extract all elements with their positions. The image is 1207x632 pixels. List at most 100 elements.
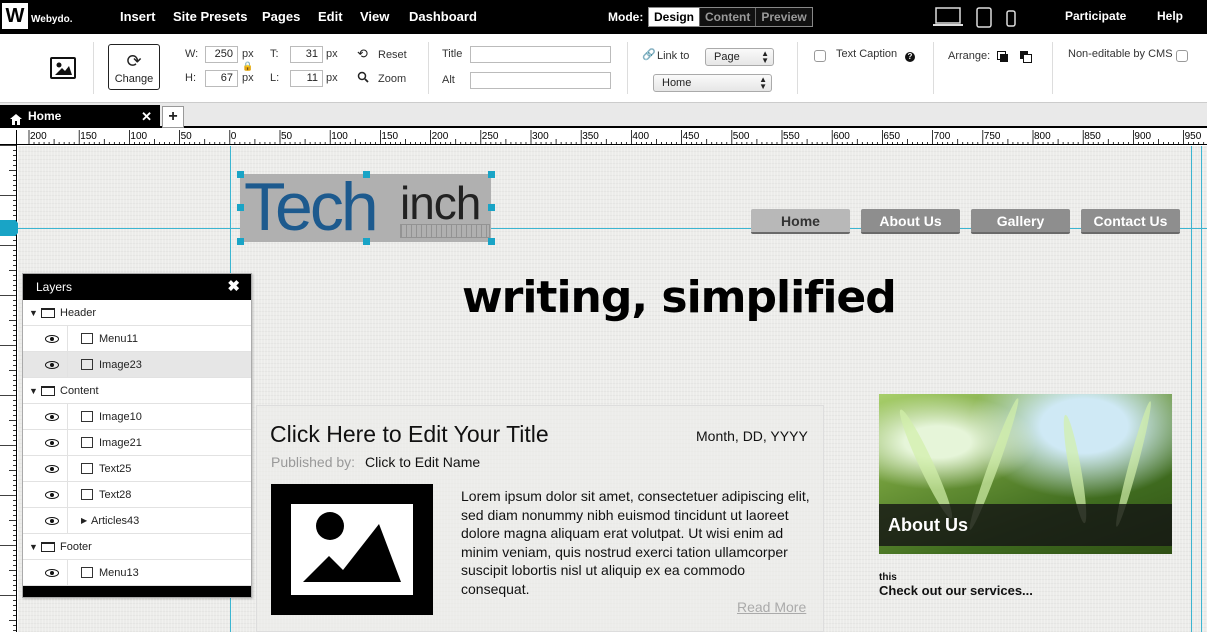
author-name[interactable]: Click to Edit Name bbox=[365, 454, 480, 470]
tablet-icon[interactable] bbox=[976, 7, 992, 28]
title-input[interactable] bbox=[470, 46, 611, 63]
close-icon[interactable]: ✖ bbox=[227, 274, 240, 300]
read-more-link[interactable]: Read More bbox=[737, 599, 806, 615]
resize-handle[interactable] bbox=[363, 238, 370, 245]
help-icon[interactable]: ? bbox=[905, 52, 915, 62]
expand-triangle-icon[interactable]: ▼ bbox=[29, 378, 38, 404]
site-nav-contact[interactable]: Contact Us bbox=[1081, 209, 1180, 234]
zoom-button[interactable]: Zoom bbox=[378, 73, 406, 85]
eye-icon[interactable] bbox=[45, 569, 59, 577]
left-input[interactable]: 11 bbox=[290, 70, 323, 87]
site-nav-gallery[interactable]: Gallery bbox=[971, 209, 1070, 234]
top-input[interactable]: 31 bbox=[290, 46, 323, 63]
help-link[interactable]: Help bbox=[1157, 9, 1183, 23]
resize-handle[interactable] bbox=[363, 171, 370, 178]
reset-icon[interactable]: ⟲ bbox=[357, 46, 368, 62]
tab-home[interactable]: Home ✕ bbox=[0, 105, 160, 128]
site-nav-about[interactable]: About Us bbox=[861, 209, 960, 234]
alt-input[interactable] bbox=[470, 72, 611, 89]
resize-handle[interactable] bbox=[237, 204, 244, 211]
select-arrows-icon: ▲ ▼ bbox=[761, 49, 769, 65]
zoom-icon[interactable] bbox=[357, 71, 369, 86]
layer-group-header[interactable]: ▼ Header bbox=[23, 300, 251, 326]
add-page-button[interactable]: + bbox=[162, 106, 184, 128]
webydo-logo[interactable]: W bbox=[2, 3, 28, 29]
layer-item-image23[interactable]: Image23 bbox=[23, 352, 251, 378]
layer-item-image10[interactable]: Image10 bbox=[23, 404, 251, 430]
row-divider bbox=[67, 508, 68, 534]
site-nav-home[interactable]: Home bbox=[751, 209, 850, 234]
about-us-caption[interactable]: About Us bbox=[879, 504, 1172, 546]
site-logo-image[interactable]: Tech inch bbox=[240, 169, 491, 245]
resize-handle[interactable] bbox=[237, 238, 244, 245]
menu-site-presets[interactable]: Site Presets bbox=[173, 9, 247, 24]
site-headline[interactable]: writing, simplified bbox=[462, 272, 897, 323]
row-divider bbox=[67, 456, 68, 482]
ruler-label: 600 bbox=[833, 131, 850, 142]
expand-triangle-icon[interactable]: ▼ bbox=[29, 300, 38, 326]
mode-preview-button[interactable]: Preview bbox=[756, 8, 812, 26]
layer-name: Menu13 bbox=[99, 567, 139, 579]
layers-panel-footer[interactable] bbox=[23, 586, 251, 597]
height-input[interactable]: 67 bbox=[205, 70, 238, 87]
change-image-button[interactable]: ⟳ Change bbox=[108, 44, 160, 90]
layer-group-footer[interactable]: ▼ Footer bbox=[23, 534, 251, 560]
expand-triangle-icon[interactable]: ▼ bbox=[29, 534, 38, 560]
menu-edit[interactable]: Edit bbox=[318, 9, 343, 24]
ruler-label: 450 bbox=[683, 131, 700, 142]
mode-design-button[interactable]: Design bbox=[649, 8, 701, 26]
resize-handle[interactable] bbox=[488, 171, 495, 178]
reset-button[interactable]: Reset bbox=[378, 49, 407, 61]
guide-line[interactable] bbox=[1191, 146, 1192, 632]
article-title[interactable]: Click Here to Edit Your Title bbox=[270, 421, 549, 448]
text-caption-checkbox[interactable] bbox=[814, 50, 826, 62]
ruler-label: 400 bbox=[632, 131, 649, 142]
about-us-photo[interactable]: About Us bbox=[879, 394, 1172, 554]
menu-dashboard[interactable]: Dashboard bbox=[409, 9, 477, 24]
resize-handle[interactable] bbox=[237, 171, 244, 178]
menu-pages[interactable]: Pages bbox=[262, 9, 300, 24]
article-body[interactable]: Lorem ipsum dolor sit amet, consectetuer… bbox=[461, 487, 813, 598]
width-input[interactable]: 250 bbox=[205, 46, 238, 63]
collapsed-triangle-icon[interactable]: ▶ bbox=[81, 508, 87, 534]
sidebar-subtitle[interactable]: Check out our services... bbox=[879, 583, 1033, 598]
eye-icon[interactable] bbox=[45, 491, 59, 499]
sidebar-small-text[interactable]: this bbox=[879, 572, 897, 583]
lock-icon[interactable]: 🔒 bbox=[242, 61, 253, 72]
layer-group-content[interactable]: ▼ Content bbox=[23, 378, 251, 404]
eye-icon[interactable] bbox=[45, 335, 59, 343]
bring-forward-icon[interactable] bbox=[997, 51, 1010, 66]
link-target-select[interactable]: Home ▲ ▼ bbox=[653, 74, 772, 92]
ruler-label: 50 bbox=[181, 131, 193, 142]
close-icon[interactable]: ✕ bbox=[141, 105, 152, 128]
article-image-placeholder[interactable] bbox=[271, 484, 433, 615]
layer-item-menu13[interactable]: Menu13 bbox=[23, 560, 251, 586]
mode-content-button[interactable]: Content bbox=[700, 8, 757, 26]
send-backward-icon[interactable] bbox=[1020, 51, 1033, 66]
non-editable-cms-checkbox[interactable] bbox=[1176, 50, 1188, 62]
eye-icon[interactable] bbox=[45, 413, 59, 421]
participate-link[interactable]: Participate bbox=[1065, 9, 1126, 23]
menu-insert[interactable]: Insert bbox=[120, 9, 155, 24]
eye-icon[interactable] bbox=[45, 517, 59, 525]
vertical-ruler bbox=[0, 145, 17, 632]
layer-item-image21[interactable]: Image21 bbox=[23, 430, 251, 456]
guide-line[interactable] bbox=[1201, 146, 1202, 632]
layer-item-text28[interactable]: Text28 bbox=[23, 482, 251, 508]
layer-item-articles43[interactable]: ▶ Articles43 bbox=[23, 508, 251, 534]
eye-icon[interactable] bbox=[45, 465, 59, 473]
eye-icon[interactable] bbox=[45, 361, 59, 369]
menu-view[interactable]: View bbox=[360, 9, 389, 24]
ruler-label: 700 bbox=[934, 131, 951, 142]
layer-item-menu11[interactable]: Menu11 bbox=[23, 326, 251, 352]
layer-item-text25[interactable]: Text25 bbox=[23, 456, 251, 482]
layers-panel-header[interactable]: Layers ✖ bbox=[23, 274, 251, 300]
link-type-select[interactable]: Page ▲ ▼ bbox=[705, 48, 774, 66]
eye-icon[interactable] bbox=[45, 439, 59, 447]
desktop-icon[interactable] bbox=[933, 7, 963, 27]
article-date[interactable]: Month, DD, YYYY bbox=[696, 428, 808, 444]
resize-handle[interactable] bbox=[488, 204, 495, 211]
mobile-icon[interactable] bbox=[1006, 10, 1016, 27]
resize-handle[interactable] bbox=[488, 238, 495, 245]
logo-inch-text: inch bbox=[400, 177, 481, 229]
